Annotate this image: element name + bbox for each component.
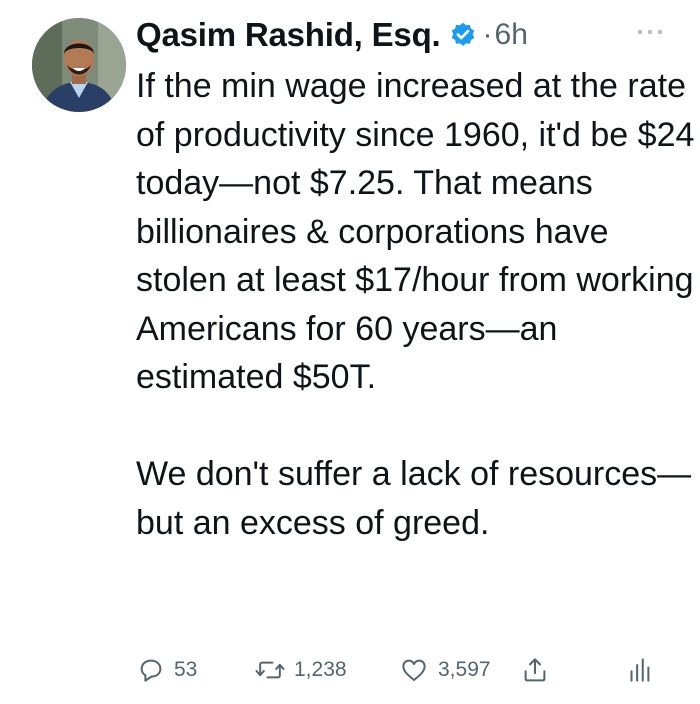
verified-badge-icon — [449, 21, 477, 49]
avatar[interactable] — [32, 18, 126, 112]
reply-button[interactable]: 53 — [136, 650, 197, 690]
separator-dot: · — [482, 18, 493, 51]
action-bar: 53 1,238 3,597 — [136, 650, 676, 690]
tweet-paragraph: We don't suffer a lack of resources—but … — [136, 455, 692, 542]
tweet-paragraph: If the min wage increased at the rate of… — [136, 67, 695, 396]
timestamp[interactable]: 6h — [495, 18, 528, 52]
analytics-icon — [624, 655, 654, 685]
retweet-button[interactable]: 1,238 — [254, 650, 347, 690]
heart-icon — [398, 655, 430, 685]
like-count: 3,597 — [438, 658, 491, 681]
analytics-button[interactable] — [624, 650, 654, 690]
retweet-count: 1,238 — [294, 658, 347, 681]
tweet-header: Qasim Rashid, Esq. · 6h — [136, 10, 528, 60]
reply-icon — [136, 655, 166, 685]
more-icon[interactable] — [630, 22, 670, 42]
like-button[interactable]: 3,597 — [398, 650, 491, 690]
display-name[interactable]: Qasim Rashid, Esq. — [136, 16, 441, 54]
reply-count: 53 — [174, 658, 198, 681]
retweet-icon — [254, 655, 286, 685]
tweet-text: If the min wage increased at the rate of… — [136, 62, 696, 547]
share-button[interactable] — [520, 650, 550, 690]
tweet[interactable]: Qasim Rashid, Esq. · 6h If the min wage … — [0, 0, 700, 704]
share-icon — [520, 655, 550, 685]
